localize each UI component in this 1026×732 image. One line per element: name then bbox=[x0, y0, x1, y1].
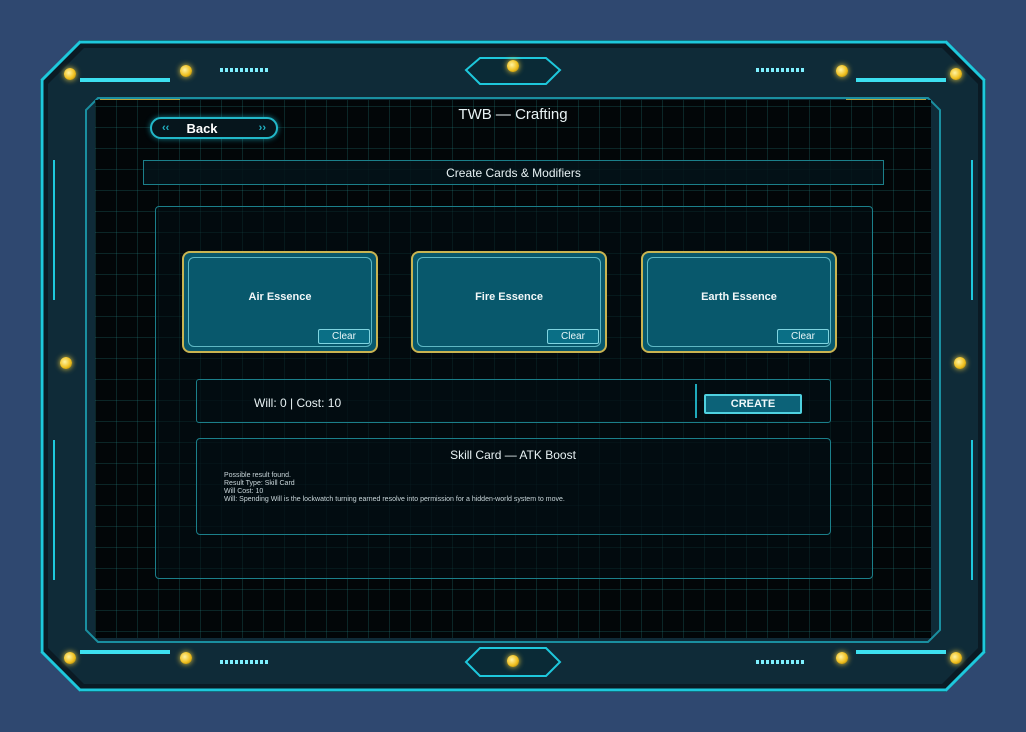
slot-label: Air Essence bbox=[248, 291, 312, 303]
essence-slot-air[interactable]: Air Essence Clear bbox=[182, 251, 378, 353]
back-button-label: Back bbox=[186, 120, 218, 136]
result-title: Skill Card — ATK Boost bbox=[450, 448, 576, 462]
slot-label: Earth Essence bbox=[701, 291, 777, 303]
frame-light-icon bbox=[507, 655, 519, 667]
result-line: Will: Spending Will is the lockwatch tur… bbox=[224, 496, 565, 503]
clear-button[interactable]: Clear bbox=[547, 329, 599, 344]
frame-light-icon bbox=[507, 60, 519, 72]
frame-light-icon bbox=[64, 68, 76, 80]
frame-light-icon bbox=[836, 652, 848, 664]
essence-slot-earth[interactable]: Earth Essence Clear bbox=[641, 251, 837, 353]
window-title: TWB — Crafting bbox=[458, 106, 568, 123]
result-line: Will Cost: 10 bbox=[224, 488, 264, 495]
frame-light-icon bbox=[954, 357, 966, 369]
section-header-title: Create Cards & Modifiers bbox=[446, 165, 581, 180]
frame-light-icon bbox=[64, 652, 76, 664]
status-divider bbox=[695, 384, 697, 418]
chevron-left-icon: ‹‹ bbox=[162, 122, 170, 134]
frame-light-icon bbox=[950, 652, 962, 664]
result-line: Possible result found. bbox=[224, 472, 291, 479]
chevron-right-icon: ›› bbox=[258, 122, 266, 134]
will-cost-text: Will: 0 | Cost: 10 bbox=[254, 396, 342, 410]
essence-slot-fire[interactable]: Fire Essence Clear bbox=[411, 251, 607, 353]
frame-light-icon bbox=[180, 65, 192, 77]
section-header: Create Cards & Modifiers bbox=[143, 160, 884, 185]
frame-light-icon bbox=[60, 357, 72, 369]
clear-button[interactable]: Clear bbox=[318, 329, 370, 344]
create-button[interactable]: CREATE bbox=[704, 394, 802, 414]
frame-light-icon bbox=[180, 652, 192, 664]
frame-light-icon bbox=[836, 65, 848, 77]
back-button[interactable]: ‹‹ Back ›› bbox=[150, 117, 278, 139]
slot-label: Fire Essence bbox=[475, 291, 543, 303]
result-details: Possible result found. Result Type: Skil… bbox=[224, 472, 624, 504]
frame-light-icon bbox=[950, 68, 962, 80]
result-line: Result Type: Skill Card bbox=[224, 480, 295, 487]
clear-button[interactable]: Clear bbox=[777, 329, 829, 344]
